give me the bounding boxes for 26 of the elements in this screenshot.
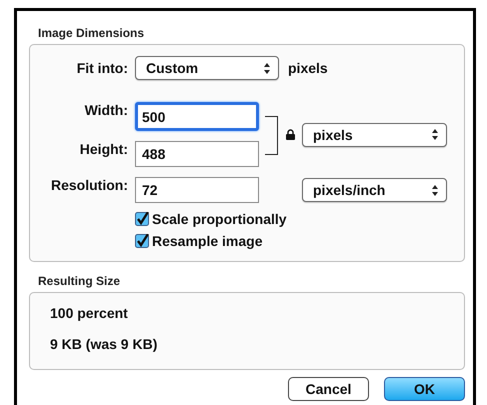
result-text: 9 KB (was 9 KB)	[50, 336, 158, 352]
section-title: Image Dimensions	[38, 26, 144, 40]
unit-label: pixels	[288, 60, 328, 76]
popup-menu[interactable]: pixels	[302, 122, 447, 146]
checkbox[interactable]	[135, 234, 149, 248]
stepper-icon	[432, 129, 438, 140]
input-field[interactable]: 488	[135, 141, 259, 167]
section-title: Resulting Size	[38, 274, 120, 288]
field-label: Height:	[78, 141, 128, 159]
result-text: 100 percent	[50, 305, 129, 321]
checkbox[interactable]	[135, 212, 149, 226]
input-field[interactable]: 72	[135, 177, 259, 203]
stepper-icon	[432, 184, 438, 196]
field-label: Resolution:	[50, 177, 128, 195]
stepper-icon	[264, 62, 270, 74]
popup-menu[interactable]: pixels/inch	[302, 178, 447, 202]
dialog-button[interactable]: OK	[384, 377, 465, 401]
popup-menu[interactable]: Custom	[135, 56, 279, 80]
field-label: Fit into:	[76, 60, 128, 76]
checkbox-label: Resample image	[152, 233, 262, 249]
link-bracket	[265, 116, 278, 155]
lock-icon[interactable]	[286, 129, 294, 140]
checkbox-label: Scale proportionally	[152, 211, 287, 227]
field-label: Width:	[84, 102, 128, 120]
input-field[interactable]: 500	[135, 102, 259, 131]
dialog-button[interactable]: Cancel	[288, 377, 369, 401]
